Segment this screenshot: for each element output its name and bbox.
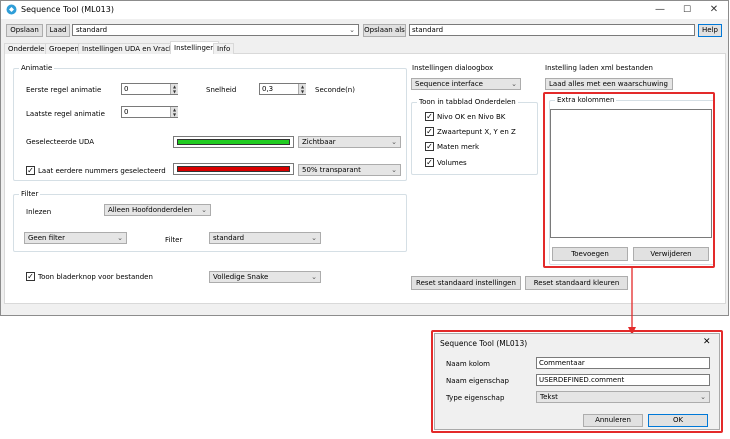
property-type-select[interactable]: Tekst ⌄ (536, 391, 710, 403)
chevron-down-icon: ⌄ (663, 80, 669, 88)
load-button[interactable]: Laad (46, 24, 70, 37)
last-numbers-mode: 50% transparant (302, 166, 361, 174)
dialog-settings-select[interactable]: Sequence interface ⌄ (411, 78, 521, 90)
chevron-down-icon: ⌄ (117, 234, 123, 242)
minimize-icon[interactable]: — (647, 2, 673, 18)
dialog-settings-title: Instellingen dialoogbox (412, 64, 494, 72)
chevron-down-icon: ⌄ (700, 393, 706, 401)
xml-title: Instelling laden xml bestanden (545, 64, 653, 72)
show-centroid-checkbox[interactable]: ✓ (425, 127, 434, 136)
last-line-spinner[interactable]: ▲ ▼ (170, 107, 178, 117)
read-label: Inlezen (26, 208, 52, 216)
speed-spinner[interactable]: ▲ ▼ (298, 84, 306, 94)
chevron-down-icon: ⌄ (511, 80, 517, 88)
selected-uda-mode-select[interactable]: Zichtbaar ⌄ (298, 136, 401, 148)
property-type-value: Tekst (540, 393, 558, 401)
browse-label: Toon bladerknop voor bestanden (38, 273, 153, 281)
arrow-icon (628, 268, 636, 335)
selected-uda-color[interactable] (173, 136, 294, 148)
chevron-down-icon: ⌄ (349, 26, 355, 34)
ok-button[interactable]: OK (648, 414, 708, 427)
filter-mode-select[interactable]: Geen filter ⌄ (24, 232, 127, 244)
read-select[interactable]: Alleen Hoofdonderdelen ⌄ (104, 204, 211, 216)
tab-info[interactable]: Info (213, 43, 235, 54)
show-dimensions-label: Maten merk (437, 143, 480, 151)
add-column-dialog: Sequence Tool (ML013) ✕ Naam kolom Comme… (434, 333, 720, 430)
maximize-icon[interactable]: ☐ (674, 2, 700, 18)
property-name-input[interactable]: USERDEFINED.comment (536, 374, 710, 386)
reset-settings-button[interactable]: Reset standaard instellingen (411, 276, 521, 290)
column-name-label: Naam kolom (446, 360, 490, 368)
property-name-label: Naam eigenschap (446, 377, 509, 385)
show-volumes-label: Volumes (437, 159, 467, 167)
profile-value: standard (76, 26, 108, 34)
dialog-title: Sequence Tool (ML013) (440, 339, 528, 348)
window-title: Sequence Tool (ML013) (21, 5, 114, 14)
show-dimensions-checkbox[interactable]: ✓ (425, 142, 434, 151)
filter-value: standard (213, 234, 245, 242)
xml-value: Laad alles met een waarschuwing (549, 80, 668, 88)
filter-select[interactable]: standard ⌄ (209, 232, 321, 244)
snake-select[interactable]: Volledige Snake ⌄ (209, 271, 321, 283)
show-level-checkbox[interactable]: ✓ (425, 112, 434, 121)
selected-uda-label: Geselecteerde UDA (26, 138, 95, 146)
property-type-label: Type eigenschap (446, 394, 505, 402)
read-value: Alleen Hoofdonderdelen (108, 206, 193, 214)
chevron-down-icon: ⌄ (391, 166, 397, 174)
chevron-down-icon: ⌄ (311, 234, 317, 242)
filter-title: Filter (19, 190, 41, 198)
column-name-input[interactable]: Commentaar (536, 357, 710, 369)
show-level-label: Nivo OK en Nivo BK (437, 113, 506, 121)
filter-mode-value: Geen filter (28, 234, 65, 242)
filter-label: Filter (165, 236, 183, 244)
tab-onderdelen-group-title: Toon in tabblad Onderdelen (417, 98, 518, 106)
animatie-title: Animatie (19, 64, 55, 72)
highlight-extra-columns (543, 92, 715, 268)
app-icon (6, 4, 17, 15)
speed-label: Snelheid (206, 86, 237, 94)
close-icon[interactable]: ✕ (701, 2, 727, 18)
first-line-label: Eerste regel animatie (26, 86, 102, 94)
tab-instellingen[interactable]: Instellingen (170, 41, 219, 54)
chevron-down-icon: ⌄ (391, 138, 397, 146)
last-numbers-mode-select[interactable]: 50% transparant ⌄ (298, 164, 401, 176)
selected-uda-mode: Zichtbaar (302, 138, 336, 146)
last-numbers-checkbox[interactable]: ✓ (26, 166, 35, 175)
show-volumes-checkbox[interactable]: ✓ (425, 158, 434, 167)
profile-select[interactable]: standard ⌄ (72, 24, 359, 36)
save-as-button[interactable]: Opslaan als (363, 24, 406, 37)
first-line-spinner[interactable]: ▲ ▼ (170, 84, 178, 94)
speed-unit: Seconde(n) (315, 86, 355, 94)
dialog-settings-value: Sequence interface (415, 80, 483, 88)
browse-checkbox[interactable]: ✓ (26, 272, 35, 281)
xml-select[interactable]: Laad alles met een waarschuwing ⌄ (545, 78, 673, 90)
chevron-down-icon: ⌄ (311, 273, 317, 281)
chevron-down-icon: ⌄ (201, 206, 207, 214)
save-as-input[interactable]: standard (409, 24, 695, 36)
show-centroid-label: Zwaartepunt X, Y en Z (437, 128, 516, 136)
dialog-close-icon[interactable]: ✕ (703, 337, 711, 347)
last-numbers-color[interactable] (173, 163, 294, 175)
last-numbers-label: Laat eerdere nummers geselecteerd (38, 167, 166, 175)
last-line-label: Laatste regel animatie (26, 110, 105, 118)
save-button[interactable]: Opslaan (6, 24, 43, 37)
title-bar[interactable]: Sequence Tool (ML013) — ☐ ✕ (1, 1, 728, 19)
reset-colors-button[interactable]: Reset standaard kleuren (525, 276, 628, 290)
snake-value: Volledige Snake (213, 273, 269, 281)
cancel-button[interactable]: Annuleren (583, 414, 643, 427)
help-button[interactable]: Help (698, 24, 722, 37)
